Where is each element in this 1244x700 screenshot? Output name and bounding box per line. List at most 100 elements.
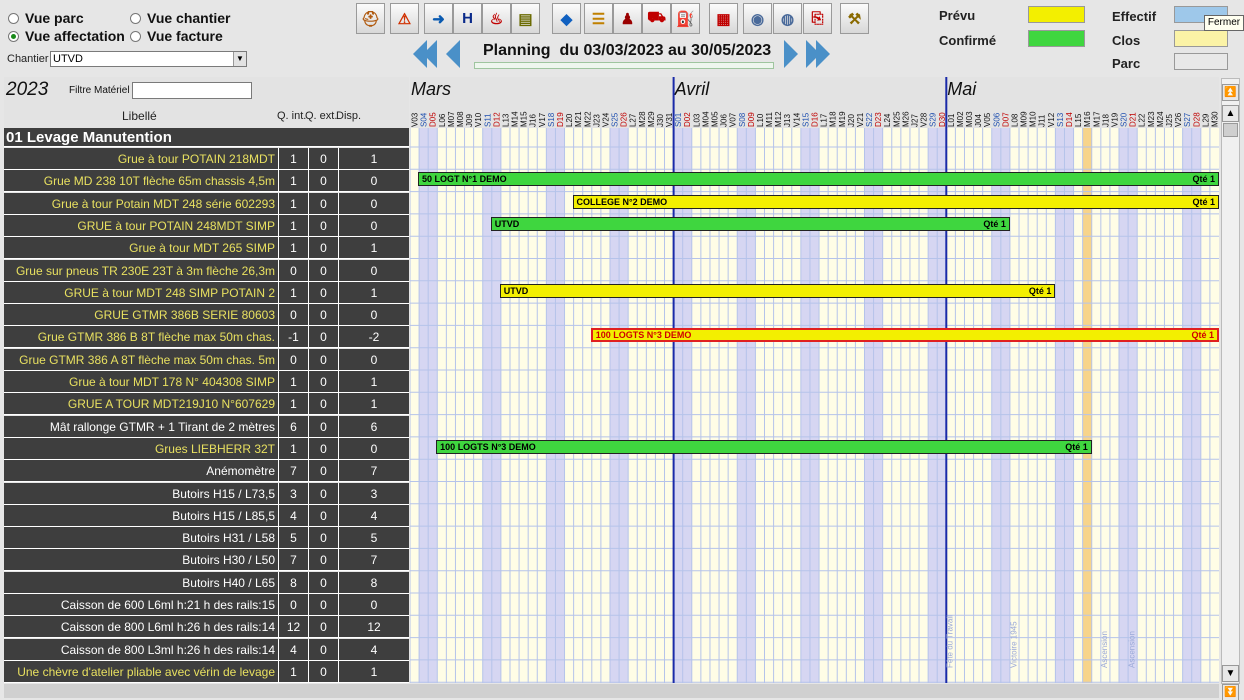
warning-icon[interactable]: ⚠ [390,3,419,34]
gantt-grid[interactable]: Fête du Travail Victoire 1945 Ascension Asc… [410,128,1219,683]
table-row[interactable]: Caisson de 600 L6ml h:21 h des rails:15 0… [4,594,409,616]
day-label: V07 [729,112,738,127]
row-qint: 3 [279,482,309,504]
planning-prefix: Planning [483,42,551,59]
table-row[interactable]: Butoirs H30 / L50 7 0 7 [4,549,409,572]
column-disp: Disp. [336,110,362,122]
crane-operator-icon[interactable]: ⛑ [356,3,385,34]
row-disp: 0 [370,352,378,367]
weekend-column [682,128,692,683]
radio-label: Vue affectation [25,28,125,44]
arrows-icon[interactable]: ◆ [552,3,581,34]
fire-extinguisher-icon[interactable]: ♨ [482,3,511,34]
category-row[interactable]: 01 Levage Manutention [4,128,409,147]
table-row[interactable]: Grue GTMR 386 A 8T flèche max 50m chas. … [4,348,409,371]
day-label: V31 [665,112,674,127]
assignment-bar[interactable]: COLLEGE N°2 DEMO Qté 1 [572,194,1219,209]
table-row[interactable]: Grue à tour MDT 178 N° 404308 SIMP 1 0 1 [4,371,409,393]
day-label: J09 [465,114,474,127]
assignment-bar[interactable]: 100 LOGTS N°3 DEMO Qté 1 [436,439,1092,454]
last-page-button[interactable] [806,38,830,70]
table-row[interactable]: Anémomètre 7 0 7 [4,460,409,483]
row-qint: 1 [279,660,309,682]
globe-alt-icon[interactable]: ◍ [773,3,802,34]
radio-dot [130,30,141,42]
radio-label: Vue parc [25,10,84,26]
first-page-button[interactable] [413,38,437,70]
pdf-icon[interactable]: ⎘ [803,3,832,34]
table-row[interactable]: Grue sur pneus TR 230E 23T à 3m flèche 2… [4,259,409,282]
calendar-icon[interactable]: ▦ [709,3,738,34]
row-disp: 1 [370,664,378,679]
table-row[interactable]: Grue MD 238 10T flèche 65m chassis 4,5m 1… [4,170,409,193]
day-label: J25 [1165,114,1174,127]
chantier-select[interactable]: UTVD ▼ [50,51,247,67]
row-disp: 0 [370,196,378,211]
table-row[interactable]: Grues LIEBHERR 32T 1 0 0 [4,437,409,460]
holiday-label: Ascension [1100,631,1109,668]
row-qext: 0 [309,259,339,281]
table-row[interactable]: Grue à tour MDT 265 SIMP 1 0 1 [4,237,409,260]
table-row[interactable]: Butoirs H15 / L73,5 3 0 3 [4,482,409,505]
table-header: 2023 Filtre Matériel Libellé Q. int. Q. … [4,77,409,128]
assignment-bar[interactable]: 100 LOGTS N°3 DEMO Qté 1 [590,328,1219,343]
radio-dot-selected [8,30,19,42]
row-label: GRUE GTMR 386B SERIE 80603 [4,304,279,326]
horizontal-scrollbar[interactable] [4,684,1219,698]
tools-icon[interactable]: ⚒ [840,3,869,34]
row-qext: 0 [309,281,339,303]
row-label: GRUE A TOUR MDT219J10 N°607629 [4,393,279,415]
scroll-up-icon[interactable]: ▲ [1222,105,1239,122]
globe-icon[interactable]: ◉ [743,3,772,34]
scroll-thumb[interactable] [1223,123,1238,137]
assignment-bar[interactable]: 50 LOGT N°1 DEMO Qté 1 [418,172,1219,187]
truck-icon[interactable]: ⛟ [642,3,671,34]
hospital-icon[interactable]: H [453,3,482,34]
day-label: L08 [1010,113,1019,127]
next-button[interactable] [784,38,798,70]
radio-vue-parc[interactable]: Vue parc [8,10,84,26]
day-label: V14 [792,112,801,127]
day-label: J23 [592,114,601,127]
table-row[interactable]: Mât rallonge GTMR + 1 Tirant de 2 mètres… [4,415,409,438]
table-row[interactable]: Butoirs H31 / L58 5 0 5 [4,527,409,550]
legend-parc-swatch [1174,53,1228,70]
scroll-top-icon[interactable]: ⏫ [1222,84,1239,101]
day-label: S15 [801,112,810,127]
table-row[interactable]: GRUE à tour MDT 248 SIMP POTAIN 2101 [4,281,409,304]
worker-icon[interactable]: ♟ [613,3,642,34]
table-row[interactable]: GRUE A TOUR MDT219J10 N°607629 1 0 1 [4,393,409,416]
radio-vue-chantier[interactable]: Vue chantier [130,10,231,26]
table-row[interactable]: Grue GTMR 386 B 8T flèche max 50m chas. -… [4,326,409,349]
month-label: Mars [411,79,451,99]
row-qext: 0 [309,348,339,370]
weekend-column [864,128,874,683]
table-row[interactable]: Grue à tour Potain MDT 248 série 602293 1… [4,192,409,215]
legend-parc-label: Parc [1112,56,1141,71]
day-label: J06 [720,114,729,127]
radio-vue-affectation[interactable]: Vue affectation [8,28,125,44]
stack-icon[interactable]: ▤ [511,3,540,34]
table-row[interactable]: Butoirs H40 / L65 8 0 8 [4,571,409,594]
table-row[interactable]: Caisson de 800 L3ml h:26 h des rails:14 4… [4,638,409,661]
day-label: M09 [1020,111,1029,127]
scroll-bottom-icon[interactable]: ⏬ [1222,684,1239,700]
row-disp: 3 [370,486,378,501]
fuel-icon[interactable]: ⛽ [671,3,700,34]
table-row[interactable]: Grue à tour POTAIN 218MDT 1 0 1 [4,148,409,170]
gantt-icon[interactable]: ☰ [584,3,613,34]
filter-input[interactable] [132,82,252,99]
table-row[interactable]: Une chèvre d'atelier pliable avec vérin … [4,660,409,683]
radio-vue-facture[interactable]: Vue facture [130,28,223,44]
assignment-bar[interactable]: UTVD Qté 1 [490,216,1010,231]
previous-button[interactable] [446,38,460,70]
table-row[interactable]: Caisson de 800 L6ml h:26 h des rails:14 1… [4,616,409,639]
table-row[interactable]: Butoirs H15 / L85,5 4 0 4 [4,504,409,527]
vertical-scrollbar[interactable]: ⏫ ▲ ▼ [1221,78,1240,684]
assignment-bar[interactable]: UTVD Qté 1 [499,283,1056,298]
table-row[interactable]: GRUE à tour POTAIN 248MDT SIMP 1 0 0 [4,214,409,237]
table-row[interactable]: GRUE GTMR 386B SERIE 80603 0 0 0 [4,304,409,327]
export-icon[interactable]: ➜ [424,3,453,34]
scroll-down-icon[interactable]: ▼ [1222,665,1239,682]
chevron-down-icon[interactable]: ▼ [233,52,246,66]
